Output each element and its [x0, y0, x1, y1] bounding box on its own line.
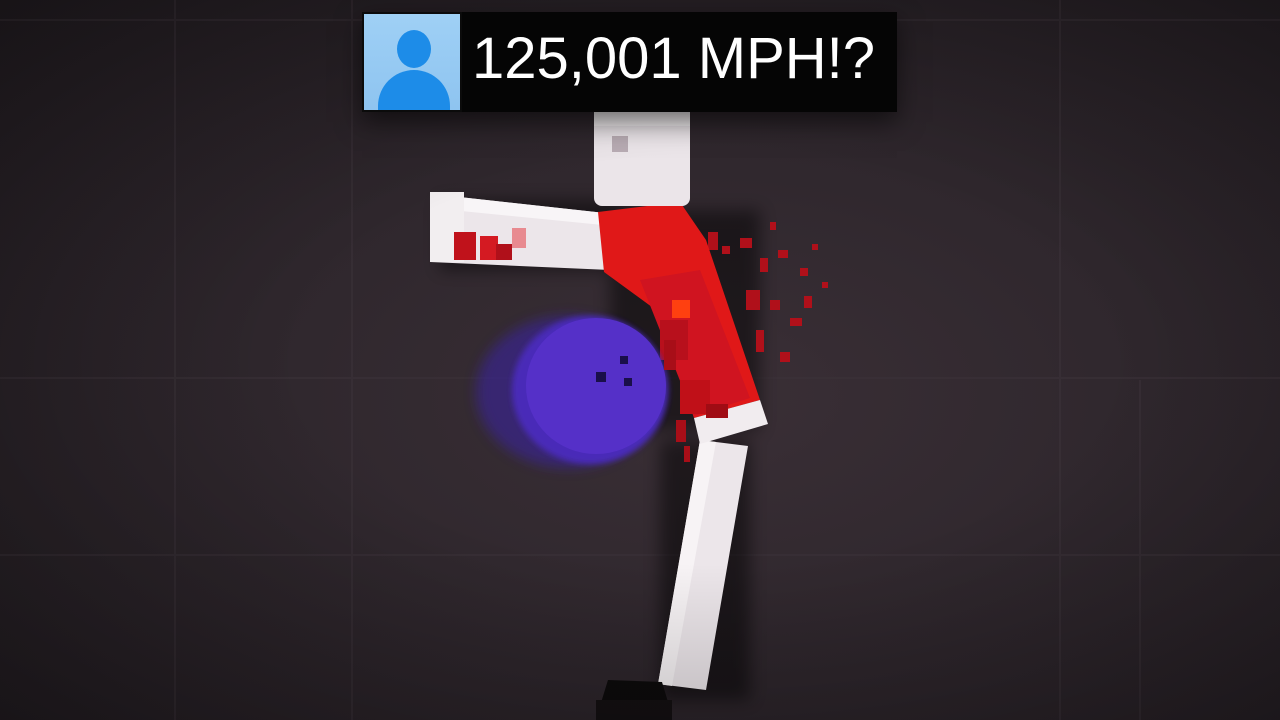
caption-text: 125,001 MPH!? [462, 12, 898, 112]
avatar-body [378, 70, 450, 110]
ragdoll-head [594, 110, 690, 206]
caption-banner: 125,001 MPH!? [362, 12, 898, 112]
avatar-head [397, 30, 431, 68]
bowling-ball [476, 316, 668, 468]
user-avatar-icon [362, 12, 462, 112]
